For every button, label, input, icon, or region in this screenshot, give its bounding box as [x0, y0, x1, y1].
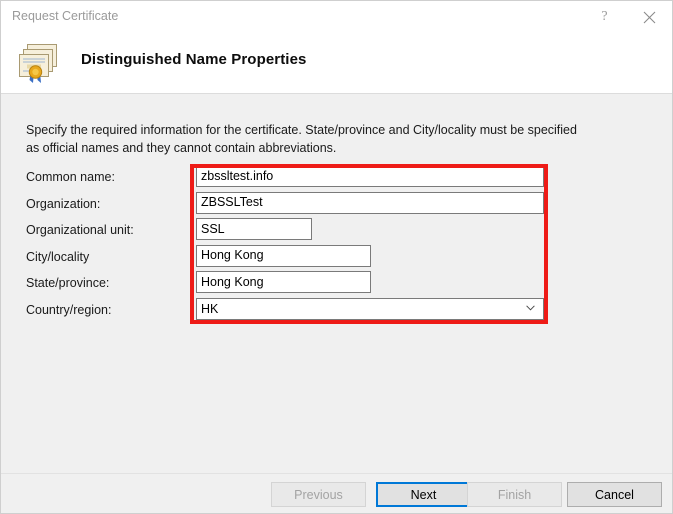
dialog-header: Distinguished Name Properties: [1, 35, 673, 94]
dialog-footer: Previous Next Finish Cancel: [1, 473, 673, 514]
cancel-button[interactable]: Cancel: [567, 482, 662, 507]
next-button[interactable]: Next: [376, 482, 471, 507]
question-mark-icon: ?: [601, 9, 607, 25]
close-button[interactable]: [627, 1, 672, 33]
certificate-stack-icon: [15, 40, 65, 88]
window-title: Request Certificate: [12, 9, 118, 23]
field-label: City/locality: [26, 250, 89, 264]
field-label: Organizational unit:: [26, 223, 134, 237]
previous-button[interactable]: Previous: [271, 482, 366, 507]
finish-button[interactable]: Finish: [467, 482, 562, 507]
request-certificate-dialog: Request Certificate ?: [0, 0, 673, 514]
close-icon: [643, 11, 656, 24]
field-input[interactable]: [196, 271, 371, 293]
page-title: Distinguished Name Properties: [81, 51, 306, 68]
help-button[interactable]: ?: [582, 1, 627, 33]
country-region-select[interactable]: HK: [196, 298, 544, 320]
title-bar: Request Certificate ?: [1, 1, 673, 35]
dialog-body: Specify the required information for the…: [1, 95, 673, 473]
field-label: Common name:: [26, 170, 115, 184]
field-input[interactable]: [196, 165, 544, 187]
field-label: State/province:: [26, 276, 109, 290]
field-input[interactable]: [196, 218, 312, 240]
country-region-select-wrapper: HK: [196, 298, 544, 320]
field-input[interactable]: [196, 245, 371, 267]
field-label: Country/region:: [26, 303, 111, 317]
field-input[interactable]: [196, 192, 544, 214]
field-label: Organization:: [26, 197, 100, 211]
instructions-text: Specify the required information for the…: [26, 121, 578, 157]
